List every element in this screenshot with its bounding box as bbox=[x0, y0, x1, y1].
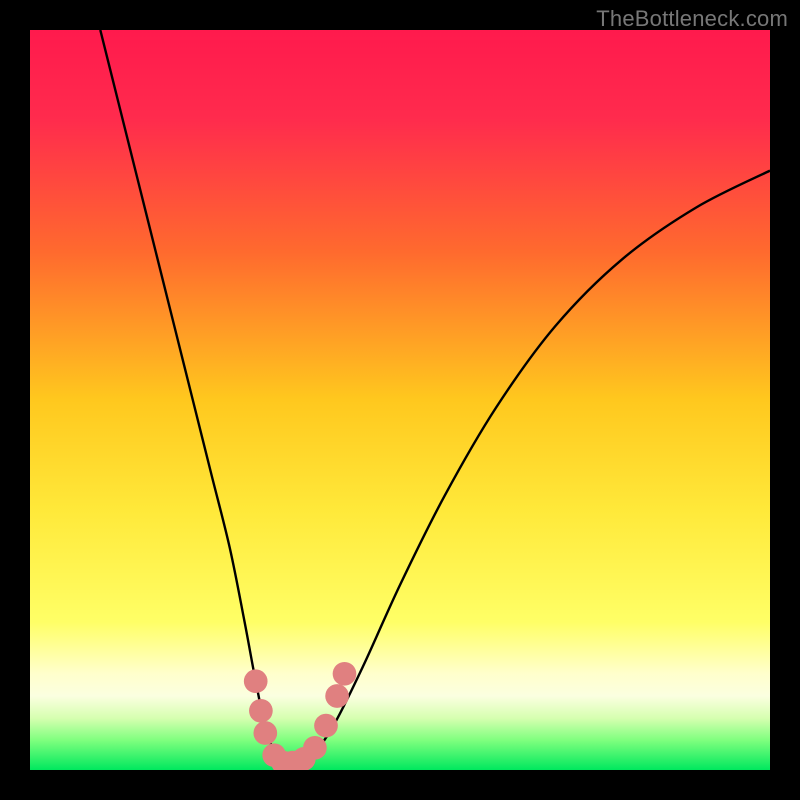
highlight-dot bbox=[333, 662, 357, 686]
plot-svg bbox=[30, 30, 770, 770]
chart-frame: TheBottleneck.com bbox=[0, 0, 800, 800]
highlight-dot bbox=[253, 721, 277, 745]
plot-area bbox=[30, 30, 770, 770]
gradient-background bbox=[30, 30, 770, 770]
highlight-dot bbox=[314, 714, 338, 738]
highlight-dot bbox=[303, 736, 327, 760]
watermark-text: TheBottleneck.com bbox=[596, 6, 788, 32]
highlight-dot bbox=[249, 699, 273, 723]
highlight-dot bbox=[325, 684, 349, 708]
highlight-dot bbox=[244, 669, 268, 693]
